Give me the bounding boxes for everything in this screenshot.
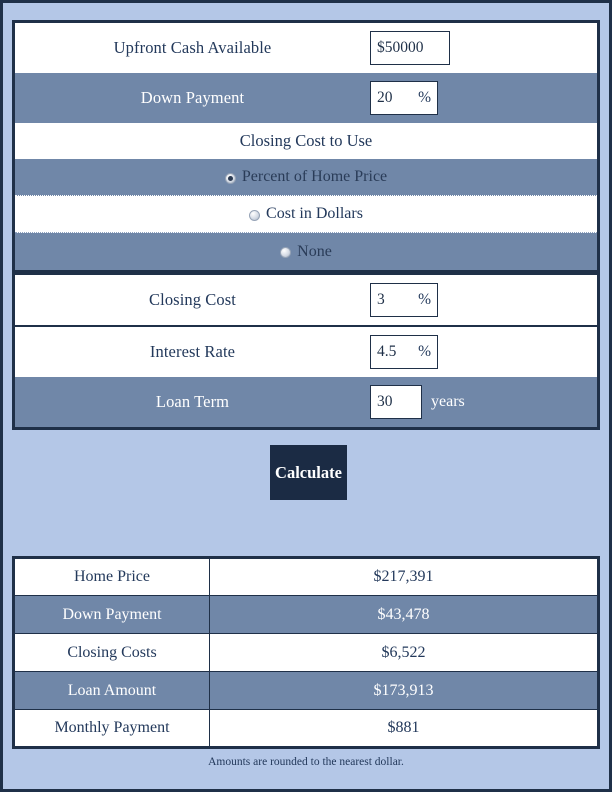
closing-cost-label: Closing Cost	[149, 290, 236, 309]
down-payment-input-value: 20	[377, 89, 393, 106]
results-table: Home Price $217,391 Down Payment $43,478 Clo…	[12, 556, 600, 749]
results-footnote: Amounts are rounded to the nearest dolla…	[208, 756, 404, 768]
closing-cost-unit-label: %	[418, 291, 431, 308]
input-rows-top: Upfront Cash Available $50000 Down Payment…	[15, 23, 597, 123]
radio-button-icon[interactable]	[224, 172, 236, 184]
result-label: Loan Amount	[13, 671, 210, 710]
closing-cost-field-wrap: 3%	[370, 283, 597, 317]
interest-rate-label: Interest Rate	[149, 342, 236, 361]
result-label: Closing Costs	[13, 633, 210, 672]
form-row-closing-cost: Closing Cost 3%	[15, 275, 597, 325]
table-row: Closing Costs $6,522	[13, 633, 599, 672]
loan-term-input[interactable]: 30	[370, 385, 422, 419]
table-row: Monthly Payment $881	[13, 709, 599, 748]
results-table-body: Home Price $217,391 Down Payment $43,478 Clo…	[13, 557, 599, 748]
closing-cost-option-2[interactable]: None	[15, 233, 597, 270]
table-row: Down Payment $43,478	[13, 595, 599, 634]
closing-cost-option-label: None	[297, 242, 332, 260]
upfront-cash-input-value: $50000	[377, 39, 424, 56]
upfront-cash-label: Upfront Cash Available	[113, 38, 272, 57]
closing-cost-radio-list: Percent of Home Price Cost in Dollars None	[15, 159, 597, 270]
loan-term-label: Loan Term	[155, 392, 230, 411]
input-rows-bottom: Closing Cost 3% Interest Rate 4.5% Loan Term…	[15, 275, 597, 427]
result-value: $217,391	[209, 557, 599, 596]
closing-cost-option-1[interactable]: Cost in Dollars	[15, 196, 597, 233]
form-row-loan-term: Loan Term 30 years	[15, 377, 597, 427]
result-label: Down Payment	[13, 595, 210, 634]
result-value: $881	[209, 709, 599, 748]
interest-rate-field-wrap: 4.5%	[370, 335, 597, 369]
result-value: $43,478	[209, 595, 599, 634]
closing-cost-option-group: Closing Cost to Use Percent of Home Pric…	[15, 123, 597, 270]
closing-cost-input[interactable]: 3%	[370, 283, 438, 317]
radio-button-icon[interactable]	[249, 209, 261, 221]
form-row-upfront-cash: Upfront Cash Available $50000	[15, 23, 597, 73]
result-value: $173,913	[209, 671, 599, 710]
form-row-interest-rate: Interest Rate 4.5%	[15, 327, 597, 377]
loan-term-field-wrap: 30 years	[370, 385, 597, 419]
form-row-down-payment: Down Payment 20%	[15, 73, 597, 123]
closing-cost-option-label: Percent of Home Price	[241, 168, 388, 185]
interest-rate-input-value: 4.5	[377, 343, 397, 360]
closing-cost-option-0[interactable]: Percent of Home Price	[15, 159, 597, 196]
upfront-cash-input[interactable]: $50000	[370, 31, 450, 65]
loan-term-input-value: 30	[377, 393, 393, 410]
closing-cost-group-title: Closing Cost to Use	[15, 123, 597, 159]
input-panel: Upfront Cash Available $50000 Down Payment…	[12, 20, 600, 430]
down-payment-label: Down Payment	[140, 88, 245, 107]
radio-button-icon[interactable]	[280, 247, 292, 258]
table-row: Loan Amount $173,913	[13, 671, 599, 710]
closing-cost-input-value: 3	[377, 291, 385, 308]
calculate-button[interactable]: Calculate	[270, 445, 347, 500]
interest-rate-unit-label: %	[418, 343, 431, 360]
mortgage-calculator-page: Upfront Cash Available $50000 Down Payment…	[0, 0, 612, 792]
interest-rate-input[interactable]: 4.5%	[370, 335, 438, 369]
down-payment-field-wrap: 20%	[370, 81, 597, 115]
result-value: $6,522	[209, 633, 599, 672]
closing-cost-option-label: Cost in Dollars	[266, 205, 363, 222]
table-row: Home Price $217,391	[13, 557, 599, 596]
down-payment-input[interactable]: 20%	[370, 81, 438, 115]
result-label: Monthly Payment	[13, 709, 210, 748]
upfront-cash-field-wrap: $50000	[370, 31, 597, 65]
down-payment-unit-label: %	[418, 89, 431, 106]
result-label: Home Price	[13, 557, 210, 596]
loan-term-suffix-label: years	[431, 393, 465, 410]
